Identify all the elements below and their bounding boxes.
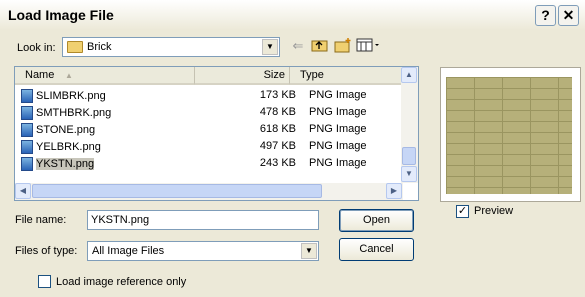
column-header-name[interactable]: Name ▲ [15,67,195,85]
file-name-field[interactable]: YKSTN.png [87,210,319,230]
files-of-type-value: All Image Files [92,245,165,257]
cancel-button[interactable]: Cancel [339,238,414,261]
scroll-left-icon[interactable]: ◀ [15,183,31,199]
horizontal-scrollbar[interactable]: ◀ ▶ [15,183,403,200]
list-item[interactable]: STONE.png 618 KB PNG Image [15,121,405,138]
folder-icon [67,41,83,54]
preview-label: Preview [474,205,514,217]
look-in-combo[interactable]: Brick ▼ [62,37,280,57]
title-bar: Load Image File ? ✕ [0,0,585,30]
png-file-icon [21,123,33,137]
png-file-icon [21,106,33,120]
preview-checkbox[interactable]: ✓ [456,205,469,218]
file-name-label: File name: [15,214,67,226]
files-of-type-label: Files of type: [15,245,78,257]
load-reference-label: Load image reference only [56,276,187,288]
help-button[interactable]: ? [535,5,556,26]
scroll-right-icon[interactable]: ▶ [386,183,402,199]
files-of-type-combo[interactable]: All Image Files ▼ [87,241,319,261]
vertical-scroll-thumb[interactable] [402,147,416,165]
scroll-down-icon[interactable]: ▼ [401,166,417,182]
preview-pane [440,67,581,202]
horizontal-scroll-thumb[interactable] [32,184,322,198]
close-button[interactable]: ✕ [558,5,579,26]
preview-image [446,77,572,194]
chevron-down-icon[interactable]: ▼ [262,39,278,55]
column-header-type[interactable]: Type [290,67,403,85]
list-item-selected[interactable]: YKSTN.png 243 KB PNG Image [15,155,405,172]
back-arrow-icon[interactable]: ⇐ [288,37,308,55]
dialog-title: Load Image File [8,7,114,23]
open-button[interactable]: Open [339,209,414,232]
look-in-label: Look in: [17,42,56,54]
look-in-value: Brick [87,41,112,53]
sort-ascending-icon: ▲ [65,71,73,80]
chevron-down-icon[interactable]: ▼ [301,243,317,259]
up-folder-icon[interactable] [310,37,330,55]
list-item[interactable]: YELBRK.png 497 KB PNG Image [15,138,405,155]
list-item[interactable]: SLIMBRK.png 173 KB PNG Image [15,87,405,104]
load-reference-checkbox[interactable] [38,275,51,288]
view-menu-icon[interactable] [356,37,382,55]
vertical-scrollbar[interactable]: ▲ ▼ [401,67,418,183]
file-list[interactable]: Name ▲ Size Type SLIMBRK.png 173 KB PNG … [14,66,419,201]
png-file-icon [21,157,33,171]
scroll-up-icon[interactable]: ▲ [401,67,417,83]
list-item[interactable]: SMTHBRK.png 478 KB PNG Image [15,104,405,121]
png-file-icon [21,140,33,154]
png-file-icon [21,89,33,103]
column-header-size[interactable]: Size [195,67,290,85]
new-folder-icon[interactable] [333,37,353,55]
